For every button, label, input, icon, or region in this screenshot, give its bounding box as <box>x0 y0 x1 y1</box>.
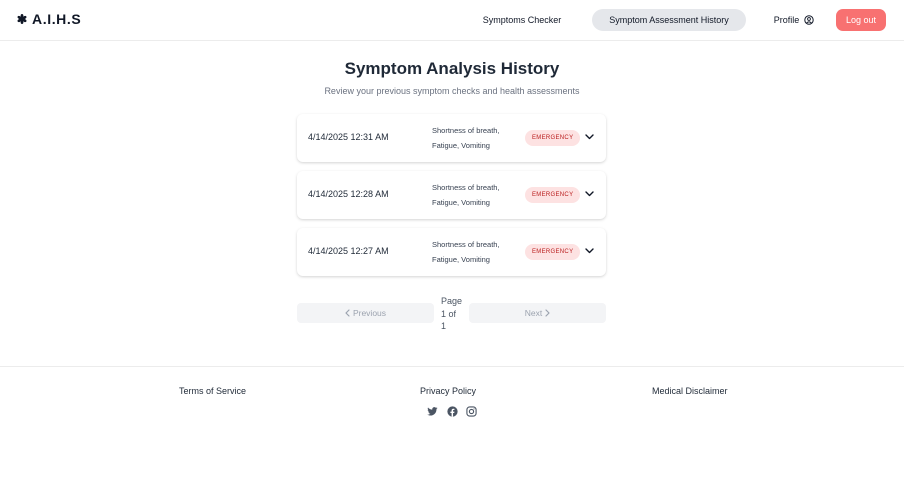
brand-name: A.I.H.S <box>32 11 82 27</box>
page-title: Symptom Analysis History <box>344 59 560 78</box>
history-list: 4/14/2025 12:31 AM Shortness of breath, … <box>297 114 606 285</box>
privacy-policy-link[interactable]: Privacy Policy <box>420 386 476 396</box>
history-entry[interactable]: 4/14/2025 12:27 AM Shortness of breath, … <box>297 228 606 276</box>
entry-symptoms-line: Fatigue, Vomiting <box>432 140 490 150</box>
nav-profile[interactable]: Profile <box>770 9 818 31</box>
terms-of-service-link[interactable]: Terms of Service <box>179 386 246 396</box>
chevron-down-icon[interactable] <box>585 248 594 254</box>
severity-badge: EMERGENCY <box>525 130 581 146</box>
entry-date: 4/14/2025 12:31 AM <box>308 132 389 142</box>
user-circle-icon <box>804 15 814 25</box>
entry-symptoms: Shortness of breath, Fatigue, Vomiting <box>432 124 514 153</box>
previous-page-button[interactable]: Previous <box>297 303 434 323</box>
entry-date: 4/14/2025 12:27 AM <box>308 246 389 256</box>
logout-button[interactable]: Log out <box>836 9 886 31</box>
nav-profile-label: Profile <box>773 15 800 25</box>
history-entry[interactable]: 4/14/2025 12:28 AM Shortness of breath, … <box>297 171 606 219</box>
medical-asterisk-icon <box>17 14 27 24</box>
top-nav-bar: A.I.H.S Symptoms Checker Symptom Assessm… <box>0 0 904 41</box>
entry-symptoms-line: Shortness of breath, <box>432 183 500 192</box>
facebook-icon[interactable] <box>447 406 458 417</box>
page-indicator-word: Page <box>441 296 463 306</box>
page-indicator-current: 1 of <box>441 308 457 319</box>
chevron-right-icon <box>545 309 550 317</box>
entry-date: 4/14/2025 12:28 AM <box>308 189 389 199</box>
entry-symptoms: Shortness of breath, Fatigue, Vomiting <box>432 181 514 210</box>
brand-logo[interactable]: A.I.H.S <box>17 11 81 27</box>
previous-page-label: Previous <box>352 308 387 318</box>
site-footer: Terms of Service Privacy Policy Medical … <box>0 366 904 490</box>
severity-badge: EMERGENCY <box>525 187 581 203</box>
next-page-button[interactable]: Next <box>469 303 606 323</box>
chevron-down-icon[interactable] <box>585 134 594 140</box>
entry-symptoms-line: Shortness of breath, <box>432 126 500 135</box>
entry-symptoms-line: Shortness of breath, <box>432 240 500 249</box>
page-indicator-total: 1 <box>441 321 447 331</box>
entry-symptoms-line: Fatigue, Vomiting <box>432 254 490 264</box>
chevron-down-icon[interactable] <box>585 191 594 197</box>
twitter-icon[interactable] <box>427 406 438 417</box>
page-indicator: Page 1 of 1 <box>441 295 463 333</box>
instagram-icon[interactable] <box>466 406 477 417</box>
nav-symptom-assessment-history[interactable]: Symptom Assessment History <box>592 9 746 31</box>
chevron-left-icon <box>345 309 350 317</box>
page-subtitle: Review your previous symptom checks and … <box>324 86 580 96</box>
medical-disclaimer-link[interactable]: Medical Disclaimer <box>652 386 728 396</box>
severity-badge: EMERGENCY <box>525 244 581 260</box>
entry-symptoms: Shortness of breath, Fatigue, Vomiting <box>432 238 514 267</box>
history-entry[interactable]: 4/14/2025 12:31 AM Shortness of breath, … <box>297 114 606 162</box>
next-page-label: Next <box>524 308 543 318</box>
nav-symptoms-checker[interactable]: Symptoms Checker <box>474 9 570 31</box>
entry-symptoms-line: Fatigue, Vomiting <box>432 197 490 207</box>
